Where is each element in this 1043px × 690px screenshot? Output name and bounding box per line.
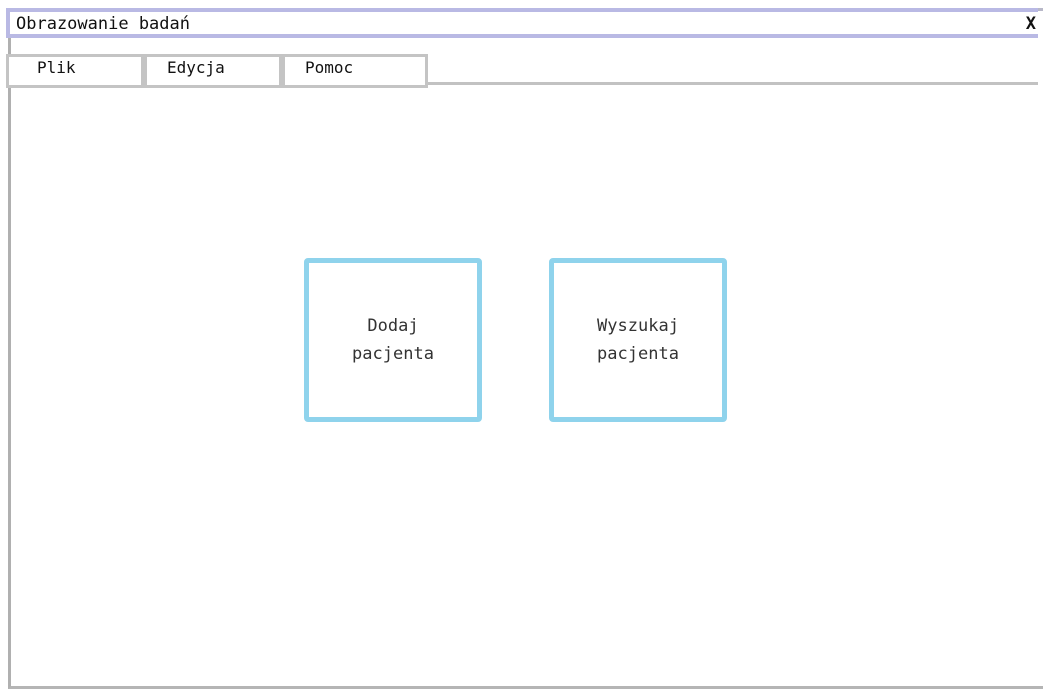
add-patient-label: Dodaj pacjenta <box>352 316 434 364</box>
close-button[interactable]: X <box>1026 13 1036 35</box>
search-patient-button[interactable]: Wyszukaj pacjenta <box>549 258 727 422</box>
app-window <box>8 8 1043 689</box>
menu-bar: Plik Edycja Pomoc <box>6 49 1038 88</box>
add-patient-button[interactable]: Dodaj pacjenta <box>304 258 482 422</box>
menu-item-plik[interactable]: Plik <box>6 54 144 88</box>
menu-bar-divider <box>428 82 1038 85</box>
title-bar: Obrazowanie badań X <box>6 8 1038 38</box>
menu-item-edycja[interactable]: Edycja <box>144 54 282 88</box>
search-patient-label: Wyszukaj pacjenta <box>597 316 679 364</box>
window-title: Obrazowanie badań <box>16 14 190 34</box>
menu-item-pomoc[interactable]: Pomoc <box>282 54 428 88</box>
